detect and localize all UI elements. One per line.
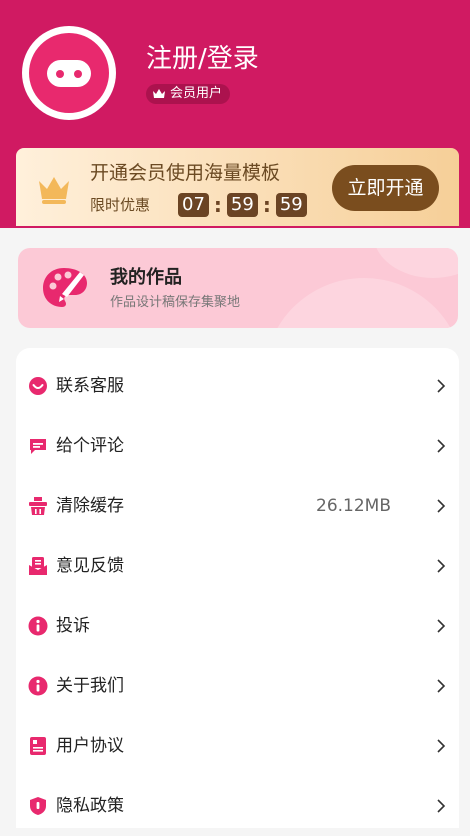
palette-icon — [43, 268, 87, 307]
menu-item-clear-cache[interactable]: 清除缓存 26.12MB — [16, 476, 459, 536]
decorative-circle — [373, 248, 458, 278]
cache-size-value: 26.12MB — [316, 496, 391, 516]
chevron-right-icon — [437, 679, 446, 693]
comment-icon — [30, 439, 46, 454]
vip-crown-icon — [39, 177, 69, 204]
chevron-right-icon — [437, 739, 446, 753]
avatar-face-icon — [29, 33, 109, 113]
countdown-separator: : — [213, 193, 222, 217]
member-badge-label: 会员用户 — [170, 86, 223, 101]
shield-icon — [30, 797, 46, 815]
open-vip-button[interactable]: 立即开通 — [332, 165, 439, 211]
chat-bubble-icon — [29, 377, 47, 395]
chevron-right-icon — [437, 439, 446, 453]
menu-item-label: 给个评论 — [56, 436, 124, 456]
settings-menu: 联系客服 给个评论 清除缓存 26.12MB 意见反馈 投诉 关于我们 用户协议… — [16, 348, 459, 828]
menu-item-label: 投诉 — [56, 616, 90, 636]
document-icon — [30, 737, 46, 755]
my-works-subtitle: 作品设计稿保存集聚地 — [110, 295, 241, 310]
member-badge: 会员用户 — [146, 84, 231, 104]
chevron-right-icon — [437, 379, 446, 393]
countdown-seconds: 59 — [275, 193, 307, 217]
vip-banner[interactable]: 开通会员使用海量模板 限时优惠 07 : 59 : 59 立即开通 — [16, 148, 459, 226]
menu-item-complaint[interactable]: 投诉 — [16, 596, 459, 656]
menu-item-feedback[interactable]: 意见反馈 — [16, 536, 459, 596]
info-icon — [28, 616, 48, 636]
countdown-timer: 07 : 59 : 59 — [178, 193, 307, 217]
countdown-hours: 07 — [178, 193, 209, 217]
menu-item-label: 意见反馈 — [56, 556, 124, 576]
avatar[interactable] — [22, 26, 116, 120]
login-register-link[interactable]: 注册/登录 — [146, 42, 259, 76]
menu-item-label: 联系客服 — [56, 376, 124, 396]
feedback-icon — [29, 557, 47, 575]
chevron-right-icon — [437, 799, 446, 813]
vip-title: 开通会员使用海量模板 — [90, 162, 281, 184]
menu-item-review[interactable]: 给个评论 — [16, 416, 459, 476]
menu-item-user-agreement[interactable]: 用户协议 — [16, 716, 459, 776]
chevron-right-icon — [437, 559, 446, 573]
my-works-card[interactable]: 我的作品 作品设计稿保存集聚地 — [18, 248, 458, 328]
decorative-circle — [264, 278, 458, 328]
profile-header: 注册/登录 会员用户 开通会员使用海量模板 限时优惠 07 : 59 : 59 … — [0, 0, 470, 228]
menu-item-about-us[interactable]: 关于我们 — [16, 656, 459, 716]
info-icon — [28, 676, 48, 696]
limited-offer-label: 限时优惠 — [90, 196, 151, 214]
chevron-right-icon — [437, 499, 446, 513]
menu-item-label: 隐私政策 — [56, 796, 124, 816]
menu-item-label: 清除缓存 — [56, 496, 124, 516]
cleanup-icon — [29, 497, 47, 515]
menu-item-privacy-policy[interactable]: 隐私政策 — [16, 776, 459, 836]
crown-icon — [153, 89, 165, 98]
menu-item-label: 用户协议 — [56, 736, 124, 756]
menu-item-label: 关于我们 — [56, 676, 124, 696]
menu-item-contact-service[interactable]: 联系客服 — [16, 356, 459, 416]
countdown-separator: : — [262, 193, 271, 217]
chevron-right-icon — [437, 619, 446, 633]
my-works-title: 我的作品 — [110, 267, 182, 288]
countdown-minutes: 59 — [226, 193, 258, 217]
